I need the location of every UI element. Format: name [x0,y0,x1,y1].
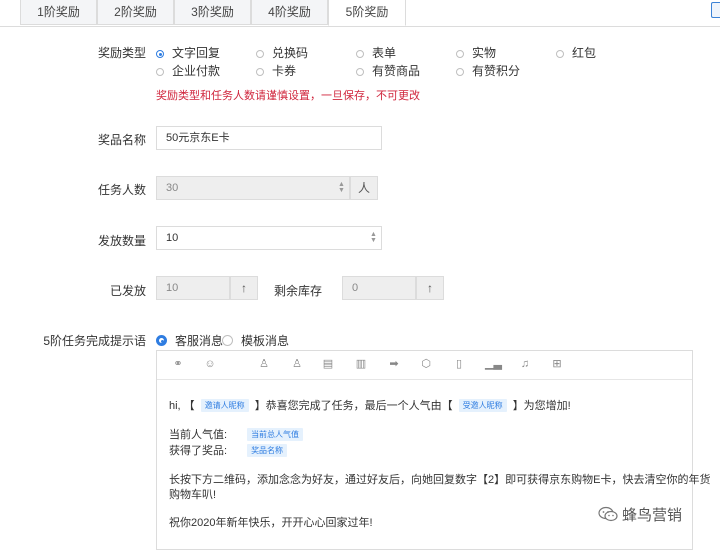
prize-name-tag[interactable]: 奖品名称 [247,444,288,457]
radio-form[interactable]: 表单 [356,44,396,61]
radio-youzan-points[interactable]: 有赞积分 [456,62,520,79]
watermark: 蜂鸟营销 [598,504,682,525]
gift-icon[interactable]: ⊞ [550,357,564,371]
editor-line-5: 购物车叭! [169,489,217,501]
editor-line-4: 长按下方二维码，添加念念为好友，通过好友后，向她回复数字【2】即可获得京东购物E… [169,474,711,486]
radio-icon [256,50,264,58]
radio-icon [556,50,564,58]
arrow-right-icon[interactable]: ➡ [387,357,401,371]
arrow-up-icon: ↑ [416,276,444,300]
radio-icon [156,68,164,76]
user-icon[interactable]: ♙ [257,357,271,371]
editor-line-6: 祝你2020年新年快乐，开开心心回家过年! [169,517,373,529]
tab-reward-2[interactable]: 2阶奖励 [97,0,174,25]
documents-icon[interactable]: ▥ [354,357,368,371]
radio-enterprise-payment[interactable]: 企业付款 [156,62,220,79]
issue-qty-label: 发放数量 [97,234,146,248]
radio-selected-icon [156,50,164,58]
radio-service-message[interactable]: 客服消息 [156,332,223,349]
side-toggle-button[interactable] [711,2,720,18]
link-icon[interactable]: ⚭ [171,357,185,371]
tab-reward-1[interactable]: 1阶奖励 [20,0,97,25]
task-count-label: 任务人数 [97,183,146,197]
editor-toolbar: ⚭ ☺ ♙ ♙ ▤ ▥ ➡ ⬡ ▯ ▁▃ ♫ ⊞ [157,351,692,380]
issue-qty-value: 10 [166,232,179,244]
issue-qty-input[interactable]: 10 ▲ ▼ [156,226,382,250]
document-icon[interactable]: ▤ [321,357,335,371]
inviter-nickname-tag[interactable]: 邀请人昵称 [200,399,249,412]
radio-icon [456,50,464,58]
editor-line-1: hi, 【邀请人昵称 】恭喜您完成了任务，最后一个人气由【 受邀人昵称 】为您增加! [169,399,571,412]
bar-chart-icon[interactable]: ▁▃ [485,357,502,371]
task-count-unit: 人 [350,176,378,200]
task-count-input: 30 ▲ ▼ [156,176,350,200]
radio-youzan-product[interactable]: 有赞商品 [356,62,420,79]
arrow-up-icon: ↑ [230,276,258,300]
radio-icon [256,68,264,76]
task-count-value: 30 [166,182,179,194]
editor-line-3: 获得了奖品: 奖品名称 [169,442,293,458]
radio-coupon[interactable]: 卡券 [256,62,296,79]
box-icon[interactable]: ⬡ [419,357,433,371]
wechat-icon [598,506,618,522]
reward-tab-bar: 1阶奖励 2阶奖励 3阶奖励 4阶奖励 5阶奖励 [0,0,720,27]
users-icon[interactable]: ♙ [290,357,304,371]
radio-red-packet[interactable]: 红包 [556,44,596,61]
reward-type-warning: 奖励类型和任务人数请谨慎设置，一旦保存，不可更改 [156,90,420,102]
editor-line-2: 当前人气值: 当前总人气值 [169,426,309,442]
tab-reward-5[interactable]: 5阶奖励 [328,0,406,26]
prize-name-input[interactable]: 50元京东E卡 [156,126,382,150]
popularity-tag[interactable]: 当前总人气值 [247,428,304,441]
clipboard-icon[interactable]: ▯ [452,357,466,371]
remaining-input: 0 [342,276,416,300]
tab-reward-3[interactable]: 3阶奖励 [174,0,251,25]
reward-type-label: 奖励类型 [97,46,146,60]
radio-icon [456,68,464,76]
tab-reward-4[interactable]: 4阶奖励 [251,0,328,25]
invitee-nickname-tag[interactable]: 受邀人昵称 [458,399,507,412]
issued-label: 已发放 [109,284,146,298]
issued-input: 10 [156,276,230,300]
completion-msg-label: 5阶任务完成提示语 [43,334,146,348]
radio-template-message[interactable]: 模板消息 [222,332,289,349]
bell-icon[interactable]: ♫ [518,357,532,371]
radio-icon [222,335,233,346]
radio-text-reply[interactable]: 文字回复 [156,44,220,61]
spinner-icon: ▲ ▼ [338,181,345,194]
prize-name-label: 奖品名称 [97,133,146,147]
radio-selected-icon [156,335,167,346]
emoji-icon[interactable]: ☺ [203,357,217,371]
radio-physical[interactable]: 实物 [456,44,496,61]
spinner-icon[interactable]: ▲ ▼ [370,231,377,244]
remaining-label: 剩余库存 [273,284,322,298]
radio-redeem-code[interactable]: 兑换码 [256,44,308,61]
radio-icon [356,50,364,58]
radio-icon [356,68,364,76]
